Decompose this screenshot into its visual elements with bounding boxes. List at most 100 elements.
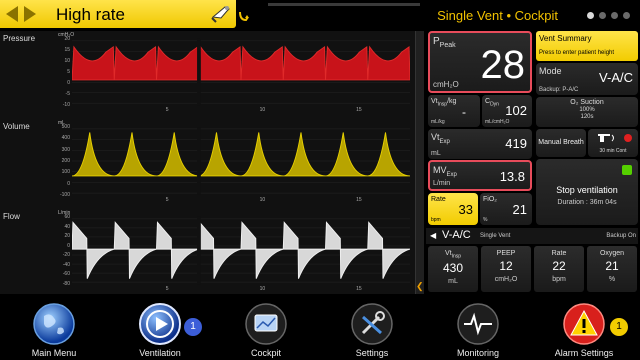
waveform-trace xyxy=(72,216,410,285)
top-divider xyxy=(268,3,420,6)
ventilation-button[interactable]: 1 Ventilation xyxy=(120,298,202,360)
mve-value: 13.8 xyxy=(499,169,525,184)
cont-30min-button[interactable]: 30 min Cont xyxy=(588,129,638,157)
manual-breath-button[interactable]: Manual Breath xyxy=(536,129,586,157)
main-menu-button[interactable]: Main Menu xyxy=(14,298,94,360)
fio2-value: 21 xyxy=(512,202,527,217)
alarm-message: High rate xyxy=(56,5,125,24)
warning-icon xyxy=(563,303,605,345)
stop-ventilation-label: Stop ventilation xyxy=(556,185,618,195)
vent-summary-subtitle: Press to enter patient height xyxy=(539,50,615,56)
panel-divider xyxy=(416,31,424,294)
alarm-settings-badge: 1 xyxy=(610,318,628,336)
next-alarm-icon[interactable] xyxy=(24,6,36,22)
scale-tick: -10 xyxy=(62,102,70,108)
time-axis-tick: 10 xyxy=(259,197,266,203)
setting-unit: mL xyxy=(448,278,458,286)
fio2-tile[interactable]: FiO₂ 21 % xyxy=(480,193,532,225)
cdyn-tile[interactable]: CDyn 102 mL/cmH₂O xyxy=(482,95,532,127)
setting-vt-insp[interactable]: VtInsp 430 mL xyxy=(428,246,478,292)
setting-value: 21 xyxy=(605,259,619,273)
rate-unit: bpm xyxy=(431,217,441,223)
mode-bar-backup: Backup On xyxy=(606,233,636,239)
cockpit-label: Cockpit xyxy=(250,348,281,358)
mode-bar-mode: V-A/C xyxy=(442,229,471,241)
rate-value: 33 xyxy=(458,202,473,217)
scale-tick: -100 xyxy=(59,192,70,198)
vt-per-kg-tile[interactable]: VtInsp/kg - mL/kg xyxy=(428,95,480,127)
scale-tick: 60 xyxy=(64,214,70,220)
ventilation-status-icon xyxy=(622,165,632,175)
page-dot[interactable] xyxy=(611,12,618,19)
previous-alarm-icon[interactable] xyxy=(6,6,18,22)
scale-tick: -60 xyxy=(62,271,70,278)
time-axis-tick: 15 xyxy=(356,286,362,292)
setting-unit: cmH₂O xyxy=(494,276,518,283)
vte-tile[interactable]: VtExp 419 mL xyxy=(428,129,532,159)
nebulizer-icon xyxy=(598,134,614,142)
vent-summary-button[interactable]: Vent Summary Press to enter patient heig… xyxy=(536,31,638,61)
ventilation-badge: 1 xyxy=(184,318,202,336)
setting-oxygen[interactable]: Oxygen 21 % xyxy=(587,246,637,292)
rate-label: Rate xyxy=(431,196,446,203)
alarm-banner[interactable]: High rate xyxy=(0,0,236,28)
vt-per-kg-value: - xyxy=(462,105,466,119)
alarm-settings-label: Alarm Settings xyxy=(554,348,614,358)
waveform-icon xyxy=(457,303,499,345)
setting-unit: % xyxy=(608,276,616,283)
page-indicator[interactable] xyxy=(587,12,630,19)
waveform-trace xyxy=(72,38,410,106)
setting-rate[interactable]: Rate 22 bpm xyxy=(534,246,584,292)
time-axis-tick: 10 xyxy=(259,286,266,292)
mode-label: Mode xyxy=(539,66,562,76)
settings-row: VtInsp 430 mL PEEP 12 cmH₂O Rate 22 bpm … xyxy=(426,246,638,294)
setting-peep[interactable]: PEEP 12 cmH₂O xyxy=(481,246,531,292)
time-axis-tick: 15 xyxy=(356,107,362,113)
page-dot[interactable] xyxy=(587,12,594,19)
vte-label: Vt xyxy=(431,132,440,142)
setting-value: 22 xyxy=(552,259,566,273)
setting-value: 430 xyxy=(442,261,464,276)
mve-unit: L/min xyxy=(433,180,451,187)
page-dot[interactable] xyxy=(623,12,630,19)
monitoring-button[interactable]: Monitoring xyxy=(438,298,518,360)
vent-summary-title: Vent Summary xyxy=(539,34,592,43)
mode-bar-arrow-icon[interactable]: ◀ xyxy=(430,231,436,240)
cont-30min-label: 30 min Cont xyxy=(599,148,627,154)
ppeak-label: PPeak xyxy=(433,36,456,49)
scale-tick: 20 xyxy=(64,233,70,240)
setting-unit: bpm xyxy=(552,276,566,283)
scale-tick: 5 xyxy=(67,69,70,75)
time-axis-tick: 5 xyxy=(165,107,169,113)
cursor-icon xyxy=(239,11,249,22)
fio2-unit: % xyxy=(483,217,488,223)
o2-suction-percent: 100% xyxy=(579,107,595,113)
alarm-silence-icon[interactable] xyxy=(210,3,232,25)
collapse-panel-icon[interactable]: ❮ xyxy=(416,281,424,291)
alarm-settings-button[interactable]: 1 Alarm Settings xyxy=(544,298,628,360)
stop-ventilation-button[interactable]: Stop ventilation Duration : 36m 04s xyxy=(536,159,638,225)
scale-tick: -5 xyxy=(65,91,70,97)
mode-bar-sub: Single Vent xyxy=(480,233,511,239)
ppeak-tile[interactable]: PPeak 28 cmH₂O xyxy=(428,31,532,93)
vte-unit: mL xyxy=(431,150,441,157)
page-title: Single Vent • Cockpit xyxy=(437,8,558,23)
page-dot[interactable] xyxy=(599,12,606,19)
mve-tile[interactable]: MVExp 13.8 L/min xyxy=(428,160,532,191)
rate-tile[interactable]: Rate 33 bpm xyxy=(428,193,478,225)
scale-tick: 0 xyxy=(67,80,70,86)
settings-button[interactable]: Settings xyxy=(332,298,412,360)
cockpit-icon xyxy=(245,303,287,345)
o2-suction-button[interactable]: O₂ Suction 100% 120s xyxy=(536,97,638,127)
waveform-label: Flow xyxy=(3,212,20,221)
mode-backup: Backup: P-A/C xyxy=(539,87,579,93)
mode-tile[interactable]: Mode V-A/C Backup: P-A/C xyxy=(536,63,638,95)
ventilation-label: Ventilation xyxy=(139,348,181,358)
cdyn-unit: mL/cmH₂O xyxy=(485,119,510,125)
mode-bar[interactable]: ◀ V-A/C Single Vent Backup On xyxy=(426,228,638,244)
mode-value: V-A/C xyxy=(599,70,633,85)
setting-label: PEEP xyxy=(496,250,516,257)
cockpit-button[interactable]: Cockpit xyxy=(226,298,306,360)
manual-breath-label: Manual Breath xyxy=(538,139,584,146)
scale-tick: 100 xyxy=(61,169,70,176)
